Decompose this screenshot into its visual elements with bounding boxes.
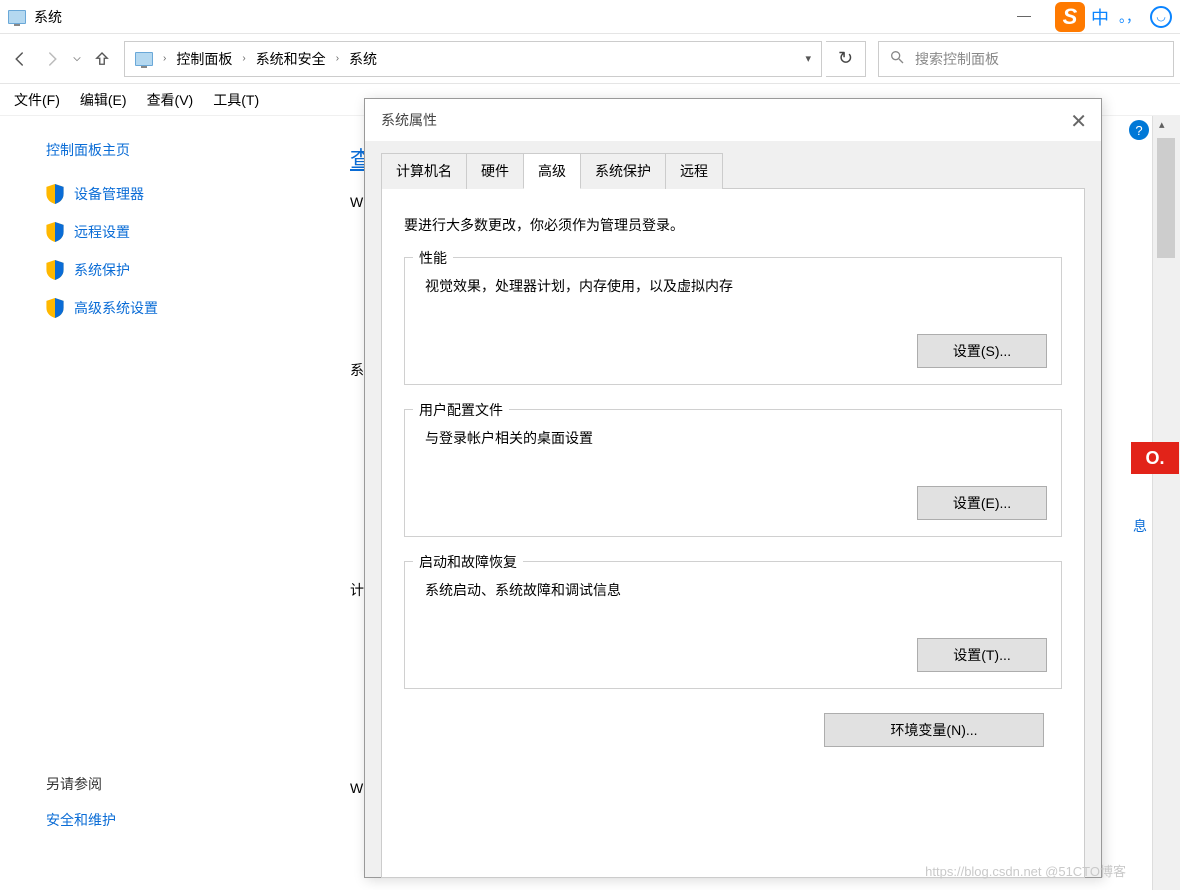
window-title: 系统 [34, 7, 62, 27]
back-button[interactable] [6, 45, 34, 73]
navbar: › 控制面板 › 系统和安全 › 系统 ▾ ↻ 搜索控制面板 [0, 34, 1180, 84]
menu-edit[interactable]: 编辑(E) [80, 90, 127, 110]
watermark: https://blog.csdn.net @51CTO博客 [925, 861, 1126, 880]
info-fragment: 息 [1133, 516, 1147, 536]
profiles-settings-button[interactable]: 设置(E)... [917, 486, 1047, 520]
sidebar-item-device-manager[interactable]: 设备管理器 [46, 184, 310, 204]
window-titlebar: 系统 S 中 。， ◡ [0, 0, 1180, 34]
performance-settings-button[interactable]: 设置(S)... [917, 334, 1047, 368]
breadcrumb-item[interactable]: 系统和安全 [256, 49, 326, 69]
dialog-body: 计算机名 硬件 高级 系统保护 远程 要进行大多数更改，你必须作为管理员登录。 … [365, 141, 1101, 877]
computer-icon [8, 10, 26, 24]
performance-desc: 视觉效果，处理器计划，内存使用，以及虚拟内存 [419, 276, 1047, 296]
sidebar-item-advanced[interactable]: 高级系统设置 [46, 298, 310, 318]
breadcrumb-item[interactable]: 系统 [349, 49, 377, 69]
dialog-title: 系统属性 [365, 99, 1101, 141]
lenovo-char: O. [1145, 448, 1164, 469]
shield-icon [46, 260, 64, 280]
refresh-button[interactable]: ↻ [826, 41, 866, 77]
startup-settings-button[interactable]: 设置(T)... [917, 638, 1047, 672]
startup-fieldset: 启动和故障恢复 系统启动、系统故障和调试信息 设置(T)... [404, 561, 1062, 689]
menu-file[interactable]: 文件(F) [14, 90, 60, 110]
system-properties-dialog: 系统属性 ✕ 计算机名 硬件 高级 系统保护 远程 要进行大多数更改，你必须作为… [364, 98, 1102, 878]
search-placeholder: 搜索控制面板 [915, 49, 999, 69]
sogou-ime-icon[interactable]: S [1055, 2, 1085, 32]
ime-punct-label: 。， [1119, 7, 1140, 27]
menu-tools[interactable]: 工具(T) [213, 90, 259, 110]
chevron-right-icon: › [163, 53, 166, 64]
search-input[interactable]: 搜索控制面板 [878, 41, 1174, 77]
scroll-thumb[interactable] [1157, 138, 1175, 258]
sidebar-home-link[interactable]: 控制面板主页 [46, 140, 310, 160]
performance-fieldset: 性能 视觉效果，处理器计划，内存使用，以及虚拟内存 设置(S)... [404, 257, 1062, 385]
menu-view[interactable]: 查看(V) [147, 90, 194, 110]
minimize-button[interactable] [1017, 16, 1031, 17]
startup-desc: 系统启动、系统故障和调试信息 [419, 580, 1047, 600]
forward-button[interactable] [38, 45, 66, 73]
sidebar: 控制面板主页 设备管理器 远程设置 系统保护 高级系统设置 另请参阅 安全和维护 [0, 116, 330, 890]
address-bar[interactable]: › 控制面板 › 系统和安全 › 系统 ▾ [124, 41, 822, 77]
titlebar-left: 系统 [8, 7, 62, 27]
recent-dropdown[interactable] [70, 45, 84, 73]
chevron-right-icon: › [242, 53, 245, 64]
sidebar-item-remote[interactable]: 远程设置 [46, 222, 310, 242]
sidebar-item-label: 系统保护 [74, 260, 130, 280]
up-button[interactable] [88, 45, 116, 73]
see-also-title: 另请参阅 [46, 774, 116, 794]
see-also-link[interactable]: 安全和维护 [46, 810, 116, 830]
tab-hardware[interactable]: 硬件 [466, 153, 524, 189]
search-icon [889, 49, 905, 68]
see-also-section: 另请参阅 安全和维护 [46, 774, 116, 830]
ime-status[interactable]: 中 。， ◡ [1091, 4, 1172, 30]
ime-lang-label: 中 [1091, 4, 1109, 30]
tab-computer-name[interactable]: 计算机名 [381, 153, 467, 189]
tab-remote[interactable]: 远程 [665, 153, 723, 189]
close-button[interactable]: ✕ [1070, 109, 1087, 134]
breadcrumb-item[interactable]: 控制面板 [176, 49, 232, 69]
lenovo-logo: O. [1131, 442, 1179, 474]
tabbar: 计算机名 硬件 高级 系统保护 远程 [381, 153, 1085, 189]
tab-advanced[interactable]: 高级 [523, 153, 581, 189]
shield-icon [46, 222, 64, 242]
profiles-desc: 与登录帐户相关的桌面设置 [419, 428, 1047, 448]
titlebar-right: S 中 。， ◡ [1017, 2, 1172, 32]
ime-emoji-icon[interactable]: ◡ [1150, 6, 1172, 28]
shield-icon [46, 184, 64, 204]
refresh-icon: ↻ [838, 48, 853, 69]
scrollbar[interactable]: ? ▴ O. 息 [1152, 116, 1180, 890]
shield-icon [46, 298, 64, 318]
profiles-fieldset: 用户配置文件 与登录帐户相关的桌面设置 设置(E)... [404, 409, 1062, 537]
environment-variables-button[interactable]: 环境变量(N)... [824, 713, 1044, 747]
chevron-down-icon[interactable]: ▾ [805, 52, 811, 65]
performance-legend: 性能 [413, 248, 453, 268]
chevron-right-icon: › [336, 53, 339, 64]
profiles-legend: 用户配置文件 [413, 400, 509, 420]
scroll-up-icon[interactable]: ▴ [1159, 118, 1165, 131]
startup-legend: 启动和故障恢复 [413, 552, 523, 572]
sidebar-item-label: 高级系统设置 [74, 298, 158, 318]
tab-content: 要进行大多数更改，你必须作为管理员登录。 性能 视觉效果，处理器计划，内存使用，… [381, 188, 1085, 878]
sidebar-item-label: 远程设置 [74, 222, 130, 242]
sidebar-item-label: 设备管理器 [74, 184, 144, 204]
help-icon[interactable]: ? [1129, 120, 1149, 140]
addr-computer-icon [135, 52, 153, 66]
admin-note: 要进行大多数更改，你必须作为管理员登录。 [404, 215, 1062, 235]
tab-protection[interactable]: 系统保护 [580, 153, 666, 189]
sidebar-item-protection[interactable]: 系统保护 [46, 260, 310, 280]
